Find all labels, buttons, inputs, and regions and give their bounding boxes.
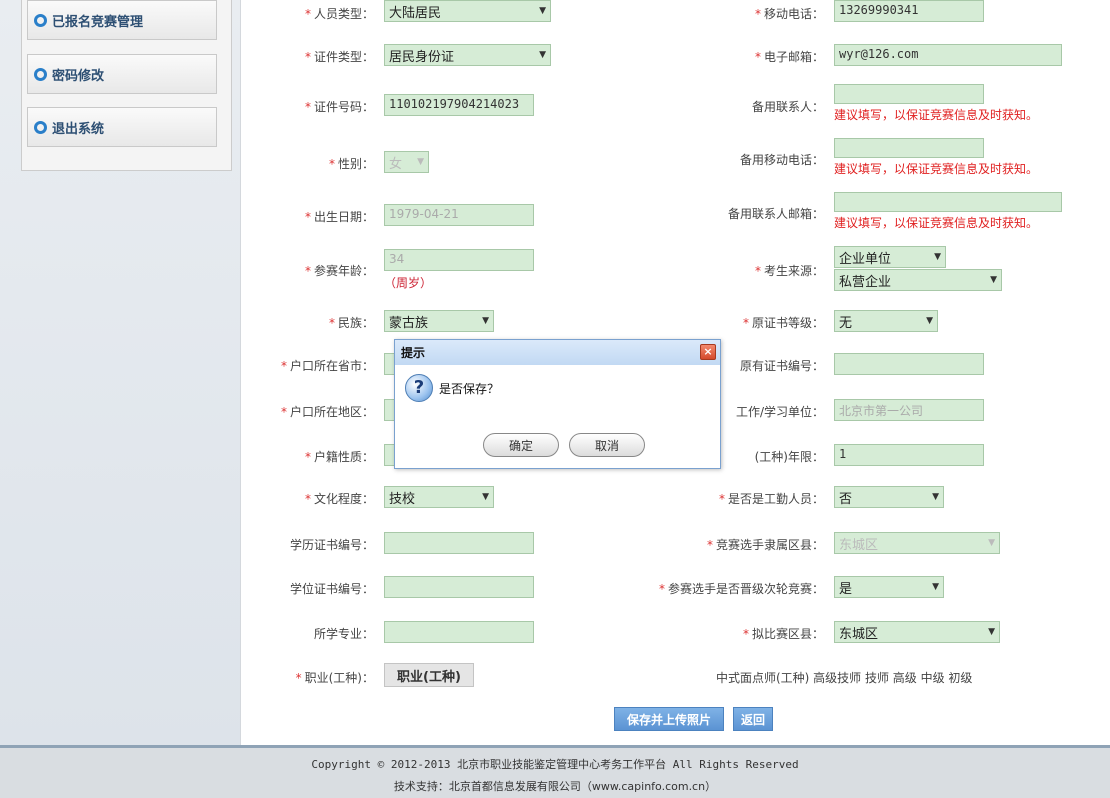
sidebar-item-logout[interactable]: 退出系统: [27, 107, 217, 147]
footer: Copyright © 2012-2013 北京市职业技能鉴定管理中心考务工作平…: [0, 748, 1110, 798]
years-label: (工种)年限：: [754, 450, 824, 464]
save-and-upload-button[interactable]: 保存并上传照片: [614, 707, 724, 731]
orig-cert-no-label: 原有证书编号：: [739, 359, 824, 373]
id-type-select[interactable]: 居民身份证 ▼: [384, 44, 551, 66]
backup-contact-label: 备用联系人：: [751, 100, 824, 114]
orig-cert-level-select[interactable]: 无 ▼: [834, 310, 938, 332]
competition-district-label: * 拟比赛区县：: [742, 627, 824, 641]
promotion-label: * 参赛选手是否晋级次轮竞赛：: [658, 582, 824, 596]
hukou-region-label: * 户口所在地区：: [280, 405, 374, 419]
hukou-city-label: * 户口所在省市：: [280, 359, 374, 373]
major-label: 所学专业：: [313, 627, 374, 641]
work-unit-label: 工作/学习单位：: [735, 405, 824, 419]
dialog-message: 是否保存？: [439, 382, 500, 396]
backup-mobile-label: 备用移动电话：: [739, 153, 824, 167]
chevron-down-icon: ▼: [990, 275, 997, 285]
circle-bullet-icon: [34, 13, 47, 27]
ethnicity-label: * 民族：: [328, 316, 374, 330]
sidebar-item-label: 退出系统: [52, 121, 105, 137]
education-label: * 文化程度：: [304, 492, 374, 506]
backup-email-input[interactable]: [834, 192, 1062, 212]
source-label: * 考生来源：: [754, 264, 824, 278]
occupation-button[interactable]: 职业(工种): [384, 663, 474, 687]
edu-cert-input[interactable]: [384, 532, 534, 554]
degree-cert-label: 学位证书编号：: [289, 582, 374, 596]
person-type-select[interactable]: 大陆居民 ▼: [384, 0, 551, 22]
edu-cert-label: 学历证书编号：: [289, 538, 374, 552]
orig-cert-level-label: * 原证书等级：: [742, 316, 824, 330]
age-input[interactable]: 34: [384, 249, 534, 271]
district-select[interactable]: 东城区 ▼: [834, 532, 1000, 554]
promotion-select[interactable]: 是 ▼: [834, 576, 944, 598]
backup-mobile-hint: 建议填写，以保证竞赛信息及时获知。: [834, 162, 1039, 176]
education-select[interactable]: 技校 ▼: [384, 486, 494, 508]
footer-copyright: Copyright © 2012-2013 北京市职业技能鉴定管理中心考务工作平…: [311, 758, 799, 771]
backup-contact-input[interactable]: [834, 84, 984, 104]
mobile-label: * 移动电话：: [754, 7, 824, 21]
is-worker-select[interactable]: 否 ▼: [834, 486, 944, 508]
degree-cert-input[interactable]: [384, 576, 534, 598]
chevron-down-icon: ▼: [926, 316, 933, 326]
occupation-label: * 职业(工种)：: [295, 671, 374, 685]
close-icon[interactable]: ×: [700, 344, 716, 360]
email-label: * 电子邮箱：: [754, 50, 824, 64]
confirm-dialog: 提示 × ? 是否保存？ 确定 取消: [394, 339, 721, 469]
district-label: * 竞赛选手隶属区县：: [706, 538, 824, 552]
hukou-nature-label: * 户籍性质：: [304, 450, 374, 464]
chevron-down-icon: ▼: [932, 492, 939, 502]
sidebar-item-change-password[interactable]: 密码修改: [27, 54, 217, 94]
backup-email-hint: 建议填写，以保证竞赛信息及时获知。: [834, 216, 1039, 230]
chevron-down-icon: ▼: [539, 6, 546, 16]
chevron-down-icon: ▼: [482, 492, 489, 502]
is-worker-label: * 是否是工勤人员：: [718, 492, 824, 506]
id-number-input[interactable]: 110102197904214023: [384, 94, 534, 116]
ethnicity-select[interactable]: 蒙古族 ▼: [384, 310, 494, 332]
chevron-down-icon: ▼: [988, 538, 995, 548]
competition-district-select[interactable]: 东城区 ▼: [834, 621, 1000, 643]
backup-contact-hint: 建议填写，以保证竞赛信息及时获知。: [834, 108, 1039, 122]
chevron-down-icon: ▼: [482, 316, 489, 326]
email-input[interactable]: wyr@126.com: [834, 44, 1062, 66]
chevron-down-icon: ▼: [417, 157, 424, 167]
years-input[interactable]: 1: [834, 444, 984, 466]
back-button[interactable]: 返回: [733, 707, 773, 731]
source-category-select[interactable]: 企业单位 ▼: [834, 246, 946, 268]
birth-date-input[interactable]: 1979-04-21: [384, 204, 534, 226]
age-unit: （周岁）: [384, 276, 433, 290]
occupation-levels-text: 中式面点师(工种) 高级技师 技师 高级 中级 初级: [716, 671, 973, 685]
major-input[interactable]: [384, 621, 534, 643]
circle-bullet-icon: [34, 120, 47, 134]
content-divider: [240, 0, 241, 745]
source-subcategory-select[interactable]: 私营企业 ▼: [834, 269, 1002, 291]
id-type-label: * 证件类型：: [304, 50, 374, 64]
chevron-down-icon: ▼: [539, 50, 546, 60]
dialog-title: 提示: [395, 340, 720, 365]
circle-bullet-icon: [34, 67, 47, 81]
gender-label: * 性别：: [328, 157, 374, 171]
footer-support: 技术支持：北京首都信息发展有限公司（www.capinfo.com.cn）: [393, 780, 717, 793]
mobile-input[interactable]: 13269990341: [834, 0, 984, 22]
chevron-down-icon: ▼: [934, 252, 941, 262]
backup-mobile-input[interactable]: [834, 138, 984, 158]
chevron-down-icon: ▼: [988, 627, 995, 637]
id-number-label: * 证件号码：: [304, 100, 374, 114]
person-type-label: * 人员类型：: [304, 7, 374, 21]
question-icon: ?: [405, 374, 433, 402]
ok-button[interactable]: 确定: [483, 433, 559, 457]
sidebar-item-label: 已报名竞赛管理: [52, 14, 144, 30]
sidebar-item-label: 密码修改: [52, 68, 105, 84]
chevron-down-icon: ▼: [932, 582, 939, 592]
age-label: * 参赛年龄：: [304, 264, 374, 278]
cancel-button[interactable]: 取消: [569, 433, 645, 457]
birth-date-label: * 出生日期：: [304, 210, 374, 224]
work-unit-input[interactable]: 北京市第一公司: [834, 399, 984, 421]
gender-select[interactable]: 女 ▼: [384, 151, 429, 173]
orig-cert-no-input[interactable]: [834, 353, 984, 375]
backup-email-label: 备用联系人邮箱：: [727, 207, 824, 221]
sidebar-item-registered-competitions[interactable]: 已报名竞赛管理: [27, 0, 217, 40]
